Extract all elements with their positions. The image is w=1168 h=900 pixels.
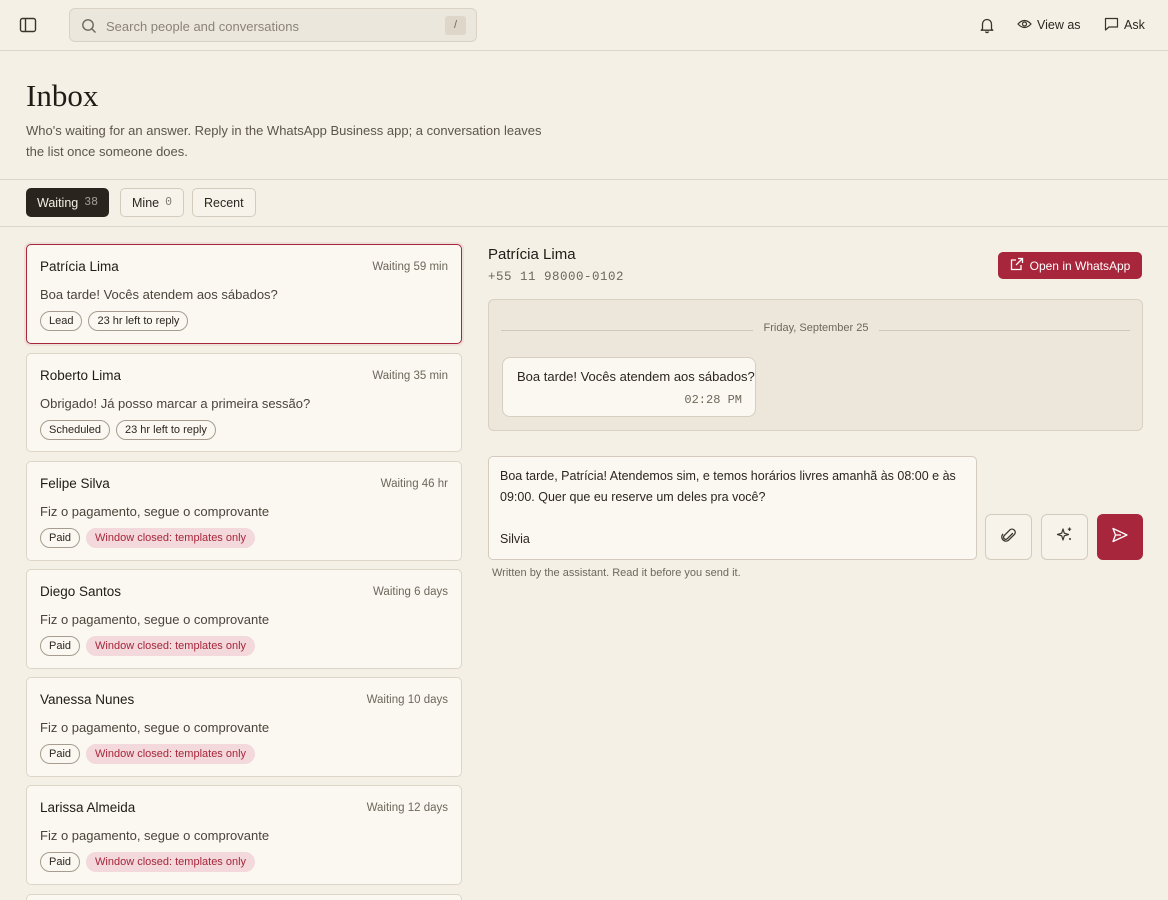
- window-closed-badge: Window closed: templates only: [86, 852, 256, 872]
- ask-label: Ask: [1124, 18, 1145, 32]
- waiting-time: Waiting 6 days: [373, 586, 448, 598]
- message-preview: Fiz o pagamento, segue o comprovante: [40, 720, 270, 735]
- incoming-message-bubble: Boa tarde! Vocês atendem aos sábados? 02…: [502, 357, 756, 417]
- tab-label: Waiting: [37, 195, 79, 210]
- message-text: Boa tarde! Vocês atendem aos sábados?: [517, 369, 755, 384]
- search-icon: [81, 18, 97, 39]
- waiting-time: Waiting 10 days: [366, 694, 448, 706]
- contact-name: Patrícia Lima: [40, 259, 119, 274]
- view-as-button[interactable]: View as: [1017, 16, 1081, 34]
- window-closed-badge: Window closed: templates only: [86, 636, 256, 656]
- waiting-time: Waiting 35 min: [372, 370, 448, 382]
- sparkles-icon: [1056, 526, 1074, 549]
- tab-count: 0: [165, 196, 172, 209]
- tabs-divider: [0, 226, 1168, 227]
- tab-recent[interactable]: Recent: [192, 188, 256, 217]
- send-button[interactable]: [1097, 514, 1143, 560]
- tab-label: Recent: [204, 195, 244, 210]
- conversation-card[interactable]: Patrícia Lima Waiting 59 min Boa tarde! …: [26, 244, 462, 344]
- tab-mine[interactable]: Mine 0: [120, 188, 184, 217]
- status-badge: Lead: [40, 311, 83, 331]
- message-preview: Boa tarde! Vocês atendem aos sábados?: [40, 287, 278, 302]
- conversation-card[interactable]: Diego Santos Waiting 6 days Fiz o pagame…: [26, 569, 462, 669]
- ask-button[interactable]: Ask: [1104, 16, 1145, 34]
- status-badge: Paid: [40, 744, 81, 764]
- external-link-icon: [1010, 257, 1024, 274]
- message-time: 02:28 PM: [684, 393, 742, 407]
- reply-window-badge: 23 hr left to reply: [116, 420, 216, 440]
- tab-label: Mine: [132, 195, 160, 210]
- open-in-whatsapp-label: Open in WhatsApp: [1029, 258, 1131, 273]
- status-badge: Paid: [40, 528, 81, 548]
- page-subtitle: Who's waiting for an answer. Reply in th…: [26, 123, 542, 159]
- eye-icon: [1017, 18, 1032, 33]
- conversation-card-partial[interactable]: [26, 894, 462, 900]
- chat-bubble-icon: [1104, 17, 1119, 34]
- open-in-whatsapp-button[interactable]: Open in WhatsApp: [998, 252, 1142, 279]
- contact-name: Vanessa Nunes: [40, 692, 135, 707]
- contact-name: Roberto Lima: [40, 368, 122, 383]
- message-preview: Fiz o pagamento, segue o comprovante: [40, 612, 270, 627]
- contact-name: Diego Santos: [40, 584, 122, 599]
- conversation-card[interactable]: Roberto Lima Waiting 35 min Obrigado! Já…: [26, 353, 462, 452]
- waiting-time: Waiting 46 hr: [380, 478, 448, 490]
- reply-window-badge: 23 hr left to reply: [88, 311, 189, 331]
- message-preview: Obrigado! Já posso marcar a primeira ses…: [40, 396, 311, 411]
- status-badge: Scheduled: [40, 420, 110, 440]
- search-shortcut-hint: /: [445, 16, 466, 35]
- ai-assist-button[interactable]: [1041, 514, 1088, 560]
- status-badge: Paid: [40, 852, 81, 872]
- paperclip-icon: [1000, 526, 1018, 549]
- waiting-time: Waiting 12 days: [366, 802, 448, 814]
- status-badge: Paid: [40, 636, 81, 656]
- assistant-disclaimer: Written by the assistant. Read it before…: [492, 567, 741, 579]
- detail-contact-name: Patrícia Lima: [488, 246, 576, 263]
- conversation-card[interactable]: Felipe Silva Waiting 46 hr Fiz o pagamen…: [26, 461, 462, 561]
- top-bar: / View as Ask: [0, 0, 1168, 51]
- detail-contact-phone: +55 11 98000-0102: [488, 270, 625, 284]
- view-as-label: View as: [1037, 18, 1081, 32]
- attach-button[interactable]: [985, 514, 1032, 560]
- waiting-time: Waiting 59 min: [372, 261, 448, 273]
- date-separator-label: Friday, September 25: [753, 322, 879, 334]
- message-preview: Fiz o pagamento, segue o comprovante: [40, 504, 270, 519]
- message-thread: Friday, September 25 Boa tarde! Vocês at…: [488, 299, 1143, 431]
- header-divider: [0, 179, 1168, 180]
- reply-draft-input[interactable]: [488, 456, 977, 560]
- sidebar-toggle-icon[interactable]: [17, 15, 39, 35]
- message-preview: Fiz o pagamento, segue o comprovante: [40, 828, 270, 843]
- tab-count: 38: [84, 196, 99, 209]
- notifications-bell-icon[interactable]: [978, 16, 996, 39]
- search-bar: /: [69, 8, 477, 42]
- search-input[interactable]: [106, 15, 436, 37]
- contact-name: Larissa Almeida: [40, 800, 136, 815]
- window-closed-badge: Window closed: templates only: [86, 744, 256, 764]
- tab-waiting[interactable]: Waiting 38: [26, 188, 110, 217]
- contact-name: Felipe Silva: [40, 476, 110, 491]
- send-icon: [1111, 526, 1129, 549]
- page-title: Inbox: [26, 78, 99, 113]
- conversation-card[interactable]: Vanessa Nunes Waiting 10 days Fiz o paga…: [26, 677, 462, 777]
- conversation-card[interactable]: Larissa Almeida Waiting 12 days Fiz o pa…: [26, 785, 462, 885]
- window-closed-badge: Window closed: templates only: [86, 528, 256, 548]
